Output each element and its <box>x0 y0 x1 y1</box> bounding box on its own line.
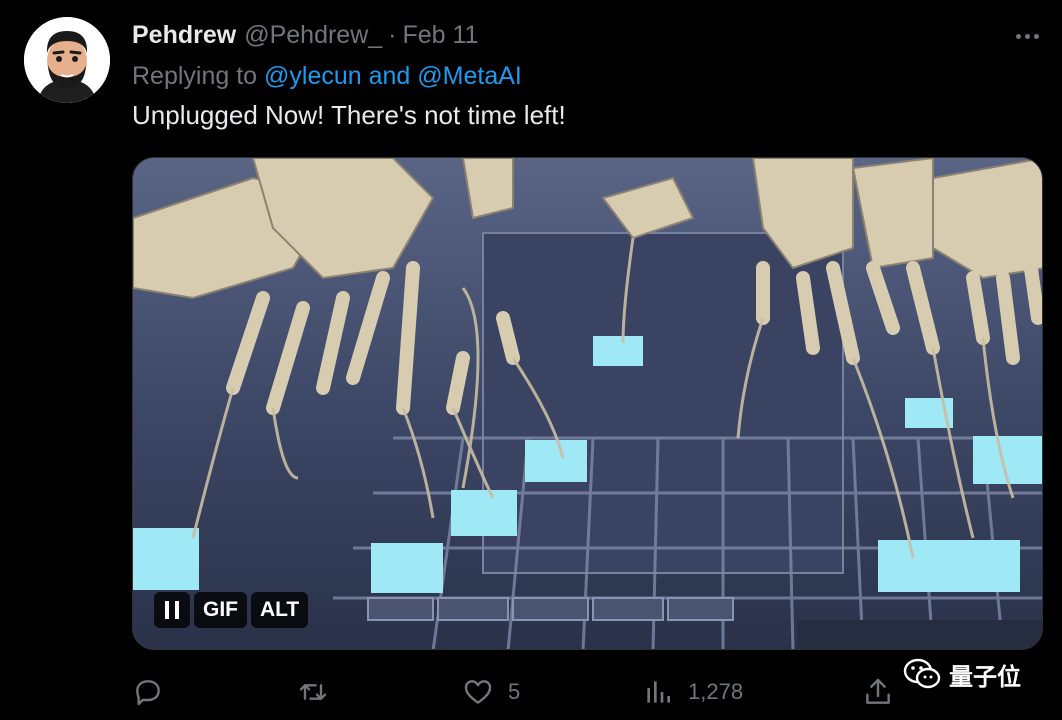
pause-button[interactable] <box>154 592 190 628</box>
robot-hands-gif-frame <box>133 158 1042 649</box>
reply-targets-link[interactable]: @ylecun and @MetaAI <box>264 62 522 90</box>
alt-text-button[interactable]: ALT <box>251 592 309 628</box>
like-button[interactable]: 5 <box>462 670 520 714</box>
bar-chart-icon <box>647 681 670 703</box>
media-controls: GIF ALT <box>154 592 309 628</box>
more-options-icon[interactable] <box>1012 26 1042 46</box>
watermark: 量子位 <box>903 654 1021 694</box>
author-name[interactable]: Pehdrew <box>132 21 236 50</box>
avatar[interactable] <box>24 17 110 103</box>
like-count: 5 <box>508 679 521 704</box>
share-button[interactable] <box>862 670 894 714</box>
pause-icon <box>165 601 179 619</box>
watermark-text: 量子位 <box>949 663 1021 691</box>
reply-icon <box>136 680 160 706</box>
tweet-actions: 5 1,278 <box>132 670 892 714</box>
separator-dot: · <box>388 20 397 49</box>
wechat-icon <box>903 658 941 689</box>
gif-media[interactable] <box>132 157 1043 650</box>
share-icon <box>866 678 890 704</box>
tweet-text: Unplugged Now! There's not time left! <box>132 100 566 130</box>
views-button[interactable]: 1,278 <box>642 670 743 714</box>
views-count: 1,278 <box>688 679 744 704</box>
replying-to: Replying to @ylecun and @MetaAI <box>132 62 522 91</box>
retweet-icon <box>299 684 327 700</box>
retweet-button[interactable] <box>297 670 329 714</box>
tweet-header: Pehdrew @Pehdrew_ · Feb 11 <box>132 20 478 50</box>
replying-to-label: Replying to <box>132 62 258 90</box>
tweet-date[interactable]: Feb 11 <box>402 21 478 50</box>
heart-icon <box>464 680 492 704</box>
gif-badge: GIF <box>194 592 247 628</box>
reply-button[interactable] <box>132 670 164 714</box>
author-handle[interactable]: @Pehdrew_ <box>244 21 382 50</box>
avatar-illustration <box>24 17 110 103</box>
